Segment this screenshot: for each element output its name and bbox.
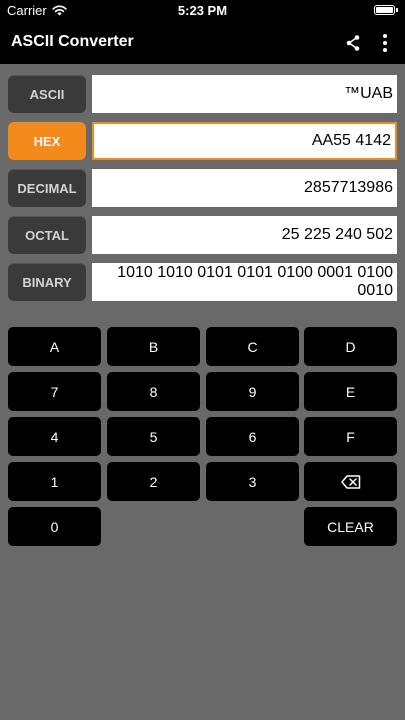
app-title: ASCII Converter (11, 33, 134, 50)
key-3[interactable]: 3 (206, 462, 299, 501)
decimal-button[interactable]: DECIMAL (8, 169, 86, 207)
key-9[interactable]: 9 (206, 372, 299, 411)
ascii-field[interactable]: ™UAB (92, 75, 397, 113)
ascii-button[interactable]: ASCII (8, 75, 86, 113)
hex-row: HEX AA55 4142 (8, 122, 397, 160)
key-c[interactable]: C (206, 327, 299, 366)
share-icon[interactable] (345, 34, 361, 52)
key-e[interactable]: E (304, 372, 397, 411)
octal-button[interactable]: OCTAL (8, 216, 86, 254)
key-0[interactable]: 0 (8, 507, 101, 546)
battery-icon (374, 5, 398, 15)
clear-button[interactable]: CLEAR (304, 507, 397, 546)
binary-field[interactable]: 1010 1010 0101 0101 0100 0001 0100 0010 (92, 263, 397, 301)
ascii-row: ASCII ™UAB (8, 75, 397, 113)
binary-row: BINARY 1010 1010 0101 0101 0100 0001 010… (8, 263, 397, 301)
key-a[interactable]: A (8, 327, 101, 366)
decimal-field[interactable]: 2857713986 (92, 169, 397, 207)
key-d[interactable]: D (304, 327, 397, 366)
nav-bar: ASCII Converter (0, 22, 405, 64)
key-5[interactable]: 5 (107, 417, 200, 456)
key-6[interactable]: 6 (206, 417, 299, 456)
key-1[interactable]: 1 (8, 462, 101, 501)
status-time: 5:23 PM (177, 3, 228, 18)
hex-button[interactable]: HEX (8, 122, 86, 160)
backspace-icon (340, 474, 360, 489)
decimal-row: DECIMAL 2857713986 (8, 169, 397, 207)
key-f[interactable]: F (304, 417, 397, 456)
more-vertical-icon[interactable] (381, 33, 389, 53)
key-b[interactable]: B (107, 327, 200, 366)
backspace-button[interactable] (304, 462, 397, 501)
key-4[interactable]: 4 (8, 417, 101, 456)
binary-button[interactable]: BINARY (8, 263, 86, 301)
status-bar: Carrier 5:23 PM (0, 0, 405, 22)
octal-field[interactable]: 25 225 240 502 (92, 216, 397, 254)
key-8[interactable]: 8 (107, 372, 200, 411)
key-2[interactable]: 2 (107, 462, 200, 501)
binary-value: 1010 1010 0101 0101 0100 0001 0100 0010 (117, 264, 393, 299)
octal-row: OCTAL 25 225 240 502 (8, 216, 397, 254)
hex-field[interactable]: AA55 4142 (92, 122, 397, 160)
key-7[interactable]: 7 (8, 372, 101, 411)
